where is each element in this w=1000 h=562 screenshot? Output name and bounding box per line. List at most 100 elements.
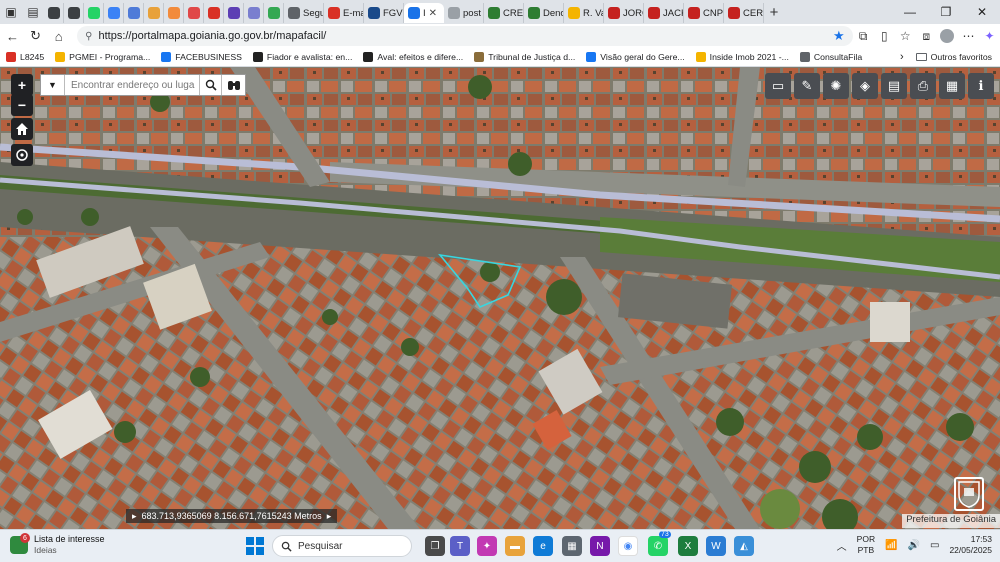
browser-tab[interactable]: Segu bbox=[284, 3, 324, 23]
extensions-icon[interactable]: ⧉ bbox=[853, 25, 874, 47]
draw-button[interactable]: ✎ bbox=[794, 73, 820, 99]
browser-tab[interactable] bbox=[224, 3, 244, 23]
browser-tab[interactable]: I ✕ bbox=[404, 3, 444, 23]
chrome-icon[interactable]: ◉ bbox=[618, 536, 638, 556]
document-icon: ▤ bbox=[887, 78, 901, 93]
teams-icon[interactable]: T bbox=[450, 536, 470, 556]
workspaces-icon[interactable]: ▤ bbox=[22, 0, 44, 24]
minimize-button[interactable]: — bbox=[892, 0, 928, 24]
taskbar-search[interactable]: Pesquisar bbox=[272, 535, 412, 557]
basemap-button[interactable]: ✺ bbox=[823, 73, 849, 99]
onenote-icon[interactable]: N bbox=[590, 536, 610, 556]
calculator-icon[interactable]: ▦ bbox=[562, 536, 582, 556]
language-indicator[interactable]: POR PTB bbox=[857, 534, 875, 556]
reload-button[interactable]: ↻ bbox=[25, 25, 46, 47]
browser-tab[interactable] bbox=[64, 3, 84, 23]
tab-actions-icon[interactable]: ▣ bbox=[0, 0, 22, 24]
grid-button[interactable]: ▦ bbox=[939, 73, 965, 99]
edge-icon[interactable]: e bbox=[533, 536, 553, 556]
favorites-icon[interactable]: ☆ bbox=[895, 25, 916, 47]
browser-tab[interactable] bbox=[104, 3, 124, 23]
chevron-up-icon[interactable]: ︿ bbox=[837, 538, 847, 553]
browser-tab[interactable]: FGVE bbox=[364, 3, 404, 23]
new-tab-button[interactable]: + bbox=[764, 4, 784, 21]
expand-icon[interactable]: ▸ bbox=[327, 511, 332, 522]
info-button[interactable]: ℹ bbox=[968, 73, 994, 99]
browser-tab[interactable] bbox=[124, 3, 144, 23]
zoom-out-button[interactable]: − bbox=[11, 94, 33, 116]
aerial-imagery[interactable] bbox=[0, 67, 1000, 529]
address-bar[interactable]: ⚲ https://portalmapa.goiania.go.gov.br/m… bbox=[77, 26, 853, 46]
browser-tab[interactable]: Deno bbox=[524, 3, 564, 23]
word-icon[interactable]: W bbox=[706, 536, 726, 556]
bookmark-item[interactable]: Fiador e avalista: en... bbox=[252, 52, 352, 62]
home-button[interactable]: ⌂ bbox=[48, 25, 69, 47]
profile-avatar[interactable] bbox=[937, 25, 958, 47]
browser-tab[interactable]: post bbox=[444, 3, 484, 23]
zoom-in-button[interactable]: + bbox=[11, 74, 33, 96]
search-icon bbox=[281, 541, 292, 552]
file-explorer-icon[interactable]: ▬ bbox=[505, 536, 525, 556]
excel-icon[interactable]: X bbox=[678, 536, 698, 556]
copilot-icon[interactable]: ✦ bbox=[979, 25, 1000, 47]
site-info-icon[interactable]: ⚲ bbox=[85, 31, 92, 42]
back-button[interactable]: ← bbox=[2, 25, 23, 47]
chevron-right-icon[interactable]: › bbox=[900, 51, 904, 63]
bookmark-item[interactable]: ConsultaFila bbox=[799, 52, 862, 62]
collections-icon[interactable]: ⧈ bbox=[916, 25, 937, 47]
task-view-icon[interactable]: ❐ bbox=[425, 536, 445, 556]
address-search-input[interactable] bbox=[65, 75, 199, 95]
layers-list-button[interactable]: ▭ bbox=[765, 73, 791, 99]
star-icon[interactable]: ★ bbox=[833, 28, 845, 44]
browser-tab[interactable] bbox=[84, 3, 104, 23]
browser-tab[interactable] bbox=[264, 3, 284, 23]
map-viewport[interactable]: + − ▼ ▭ ✎ ✺ ◈ ▤ ⎙ ▦ ℹ ▸ 683.713,9365069 … bbox=[0, 67, 1000, 529]
browser-tab[interactable] bbox=[164, 3, 184, 23]
browser-tab[interactable]: JACK bbox=[644, 3, 684, 23]
bookmark-item[interactable]: FACEBUSINESS bbox=[161, 52, 242, 62]
browser-tab[interactable] bbox=[144, 3, 164, 23]
browser-tab[interactable] bbox=[44, 3, 64, 23]
browser-tab[interactable]: JORC bbox=[604, 3, 644, 23]
copilot-app-icon[interactable]: ✦ bbox=[477, 536, 497, 556]
tab-close-icon[interactable]: ✕ bbox=[429, 8, 437, 19]
locate-button[interactable] bbox=[11, 144, 33, 166]
binoculars-button[interactable] bbox=[221, 75, 245, 95]
bookmark-item[interactable]: Visão geral do Gere... bbox=[586, 52, 685, 62]
browser-tab[interactable] bbox=[184, 3, 204, 23]
browser-tab[interactable]: CNPJ bbox=[684, 3, 724, 23]
tab-label: JORC bbox=[623, 7, 643, 19]
home-extent-button[interactable] bbox=[11, 118, 33, 140]
maximize-button[interactable]: ❐ bbox=[928, 0, 964, 24]
browser-tab[interactable]: E-ma bbox=[324, 3, 364, 23]
search-button[interactable] bbox=[199, 75, 221, 95]
expand-icon[interactable]: ▸ bbox=[132, 511, 137, 522]
wifi-icon[interactable]: 📶 bbox=[885, 540, 897, 551]
volume-icon[interactable]: 🔊 bbox=[908, 540, 920, 551]
browser-tab[interactable] bbox=[244, 3, 264, 23]
windows-start-icon[interactable] bbox=[246, 537, 264, 555]
bookmark-item[interactable]: Aval: efeitos e difere... bbox=[363, 52, 463, 62]
news-widget[interactable]: 6 Lista de interesse Ideias bbox=[10, 533, 105, 556]
close-window-button[interactable]: ✕ bbox=[964, 0, 1000, 24]
other-bookmarks-folder[interactable]: Outros favoritos bbox=[915, 52, 992, 62]
split-screen-icon[interactable]: ▯ bbox=[874, 25, 895, 47]
bookmark-item[interactable]: Tribunal de Justiça d... bbox=[474, 52, 575, 62]
search-source-dropdown[interactable]: ▼ bbox=[41, 75, 65, 95]
print-button[interactable]: ⎙ bbox=[910, 73, 936, 99]
url-text[interactable]: https://portalmapa.goiania.go.gov.br/map… bbox=[98, 30, 827, 42]
browser-tab[interactable]: R. Va bbox=[564, 3, 604, 23]
legend-button[interactable]: ▤ bbox=[881, 73, 907, 99]
bookmark-item[interactable]: PGMEI - Programa... bbox=[55, 52, 150, 62]
bookmark-item[interactable]: L8245 bbox=[6, 52, 44, 62]
whatsapp-icon[interactable]: ✆ 73 bbox=[648, 531, 671, 556]
menu-icon[interactable]: ⋯ bbox=[958, 25, 979, 47]
browser-tab[interactable] bbox=[204, 3, 224, 23]
browser-tab[interactable]: CERT bbox=[724, 3, 764, 23]
clock[interactable]: 17:53 22/05/2025 bbox=[949, 534, 992, 556]
browser-tab[interactable]: CREC bbox=[484, 3, 524, 23]
layers-button[interactable]: ◈ bbox=[852, 73, 878, 99]
bookmark-item[interactable]: Inside Imob 2021 -... bbox=[695, 52, 789, 62]
battery-icon[interactable]: ▭ bbox=[930, 540, 939, 551]
photos-icon[interactable]: ◭ bbox=[734, 536, 754, 556]
